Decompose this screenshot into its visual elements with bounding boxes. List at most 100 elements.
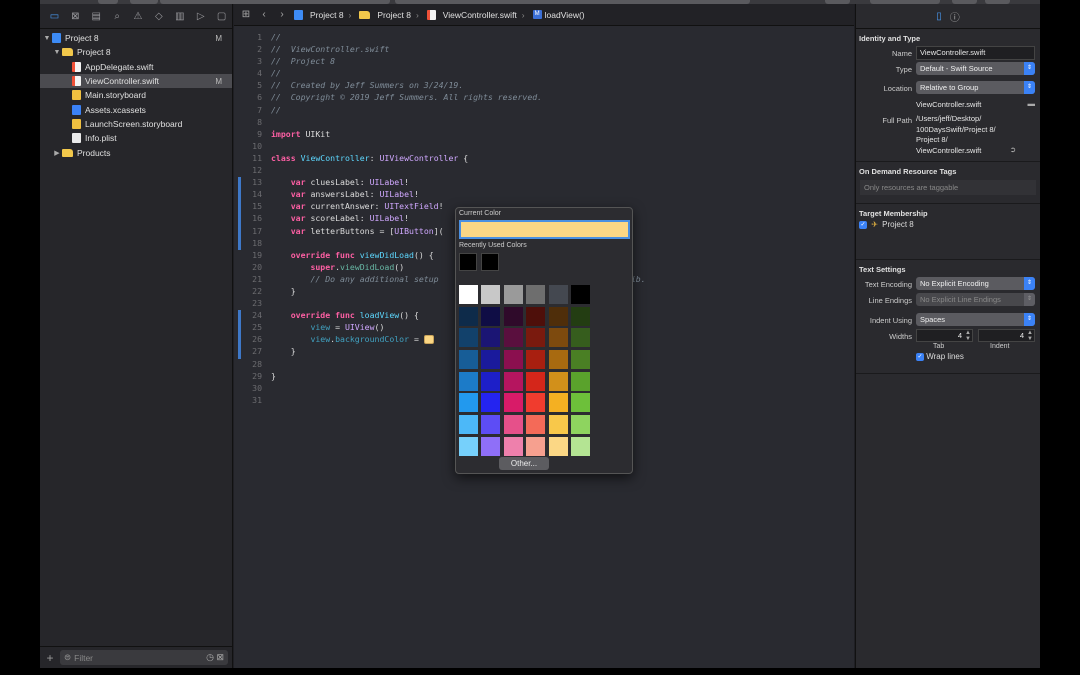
- report-icon[interactable]: ▢: [211, 7, 232, 25]
- color-swatch[interactable]: [459, 436, 478, 456]
- line-endings-popup[interactable]: No Explicit Line Endings ⇕: [916, 293, 1035, 306]
- color-swatch[interactable]: [503, 285, 523, 304]
- color-literal-swatch[interactable]: [423, 335, 434, 345]
- color-swatch[interactable]: [526, 328, 546, 348]
- warning-icon[interactable]: ⚠: [128, 7, 149, 25]
- code-line[interactable]: 12: [234, 164, 854, 176]
- color-swatch[interactable]: [503, 436, 523, 456]
- code-line[interactable]: 5 // Created by Jeff Summers on 3/24/19.: [234, 79, 854, 91]
- color-swatch[interactable]: [503, 350, 523, 370]
- color-swatch[interactable]: [459, 306, 478, 326]
- current-color-swatch[interactable]: [459, 220, 630, 239]
- code-line[interactable]: 11 class ViewController: UIViewController…: [234, 152, 854, 164]
- navigator-item[interactable]: LaunchScreen.storyboard: [40, 117, 232, 131]
- color-swatch[interactable]: [481, 306, 501, 326]
- find-icon[interactable]: ⌕: [107, 7, 128, 25]
- disclosure-triangle-icon[interactable]: ▶: [52, 149, 62, 157]
- color-swatch[interactable]: [526, 415, 546, 435]
- wrap-lines-checkbox[interactable]: ✓: [916, 352, 924, 361]
- tab-width-stepper[interactable]: 4 ▲ ▼: [916, 329, 973, 342]
- color-swatch[interactable]: [459, 415, 478, 435]
- test-icon[interactable]: ◇: [148, 7, 169, 25]
- help-icon[interactable]: ⓘ: [950, 9, 960, 24]
- color-swatch[interactable]: [570, 436, 590, 456]
- color-swatch[interactable]: [570, 350, 590, 370]
- code-line[interactable]: 14 var answersLabel: UILabel!: [234, 188, 854, 200]
- color-swatch[interactable]: [459, 371, 478, 391]
- symbol-icon[interactable]: ▤: [86, 7, 107, 25]
- color-swatch[interactable]: [503, 306, 523, 326]
- folder-icon[interactable]: ▭: [44, 7, 65, 25]
- other-color-button[interactable]: Other...: [499, 457, 549, 470]
- navigator-item[interactable]: ▼ Project 8 M: [40, 31, 232, 45]
- folder-browse-icon[interactable]: ▬: [1028, 99, 1036, 108]
- filter-input[interactable]: ⊜ Filter ◷ ⊠: [60, 650, 228, 665]
- recent-filter-icon[interactable]: ◷ ⊠: [206, 652, 224, 663]
- color-swatch[interactable]: [481, 350, 501, 370]
- back-arrow-icon[interactable]: ‹: [258, 9, 270, 20]
- code-line[interactable]: 9 import UIKit: [234, 128, 854, 140]
- code-line[interactable]: 1 //: [234, 31, 854, 43]
- color-swatch[interactable]: [481, 415, 501, 435]
- color-swatch[interactable]: [570, 393, 590, 413]
- breadcrumb-file[interactable]: ViewController.swift ›: [426, 9, 527, 20]
- navigator-item[interactable]: Main.storyboard: [40, 88, 232, 102]
- navigator-item[interactable]: Info.plist: [40, 131, 232, 145]
- type-popup[interactable]: Default - Swift Source ⇕: [916, 62, 1035, 75]
- target-checkbox[interactable]: ✓: [859, 220, 867, 229]
- add-icon[interactable]: +: [40, 651, 60, 665]
- color-swatch[interactable]: [548, 436, 568, 456]
- color-swatch[interactable]: [548, 393, 568, 413]
- source-control-icon[interactable]: ⊠: [65, 7, 86, 25]
- color-swatch[interactable]: [570, 415, 590, 435]
- debug-icon[interactable]: ▥: [169, 7, 190, 25]
- navigator-item[interactable]: ▶ Products: [40, 145, 232, 159]
- disclosure-triangle-icon[interactable]: ▼: [42, 35, 52, 42]
- code-line[interactable]: 13 var cluesLabel: UILabel!: [234, 176, 854, 188]
- forward-arrow-icon[interactable]: ›: [276, 9, 288, 20]
- color-swatch[interactable]: [503, 328, 523, 348]
- code-line[interactable]: 10: [234, 140, 854, 152]
- color-swatch[interactable]: [526, 306, 546, 326]
- color-swatch[interactable]: [548, 306, 568, 326]
- indent-using-popup[interactable]: Spaces ⇕: [916, 313, 1035, 326]
- color-swatch[interactable]: [459, 285, 478, 304]
- color-swatch[interactable]: [481, 285, 501, 304]
- breakpoint-icon[interactable]: ▷: [190, 7, 211, 25]
- recent-color-swatch[interactable]: [459, 253, 477, 271]
- color-swatch[interactable]: [548, 371, 568, 391]
- breadcrumb-method[interactable]: M loadView(): [532, 10, 585, 20]
- name-field[interactable]: ViewController.swift: [916, 46, 1035, 60]
- disclosure-triangle-icon[interactable]: ▼: [52, 49, 62, 56]
- related-items-icon[interactable]: ⊞: [240, 9, 252, 20]
- color-swatch[interactable]: [570, 371, 590, 391]
- color-swatch[interactable]: [526, 393, 546, 413]
- code-line[interactable]: 6 // Copyright © 2019 Jeff Summers. All r…: [234, 91, 854, 103]
- navigator-item[interactable]: ▼ Project 8: [40, 45, 232, 59]
- color-swatch[interactable]: [526, 350, 546, 370]
- code-line[interactable]: 7 //: [234, 104, 854, 116]
- color-swatch[interactable]: [503, 371, 523, 391]
- indent-width-stepper[interactable]: 4 ▲ ▼: [978, 329, 1035, 342]
- navigator-item[interactable]: AppDelegate.swift: [40, 60, 232, 74]
- color-swatch[interactable]: [459, 393, 478, 413]
- color-swatch[interactable]: [481, 436, 501, 456]
- color-swatch[interactable]: [548, 328, 568, 348]
- file-inspector-icon[interactable]: ▯: [936, 11, 942, 22]
- navigator-item[interactable]: ViewController.swift M: [40, 73, 232, 89]
- color-swatch[interactable]: [570, 285, 590, 304]
- resource-tags-field[interactable]: Only resources are taggable: [860, 180, 1036, 195]
- code-line[interactable]: 2 // ViewController.swift: [234, 43, 854, 55]
- color-swatch[interactable]: [570, 306, 590, 326]
- encoding-popup[interactable]: No Explicit Encoding ⇕: [916, 277, 1035, 290]
- navigator-item[interactable]: Assets.xcassets: [40, 102, 232, 116]
- color-swatch[interactable]: [481, 328, 501, 348]
- color-swatch[interactable]: [526, 371, 546, 391]
- color-swatch[interactable]: [548, 350, 568, 370]
- code-line[interactable]: 3 // Project 8: [234, 55, 854, 67]
- color-swatch[interactable]: [481, 371, 501, 391]
- breadcrumb-project[interactable]: Project 8 ›: [294, 9, 353, 20]
- breadcrumb-group[interactable]: Project 8 ›: [359, 10, 420, 20]
- color-swatch[interactable]: [526, 436, 546, 456]
- color-swatch[interactable]: [526, 285, 546, 304]
